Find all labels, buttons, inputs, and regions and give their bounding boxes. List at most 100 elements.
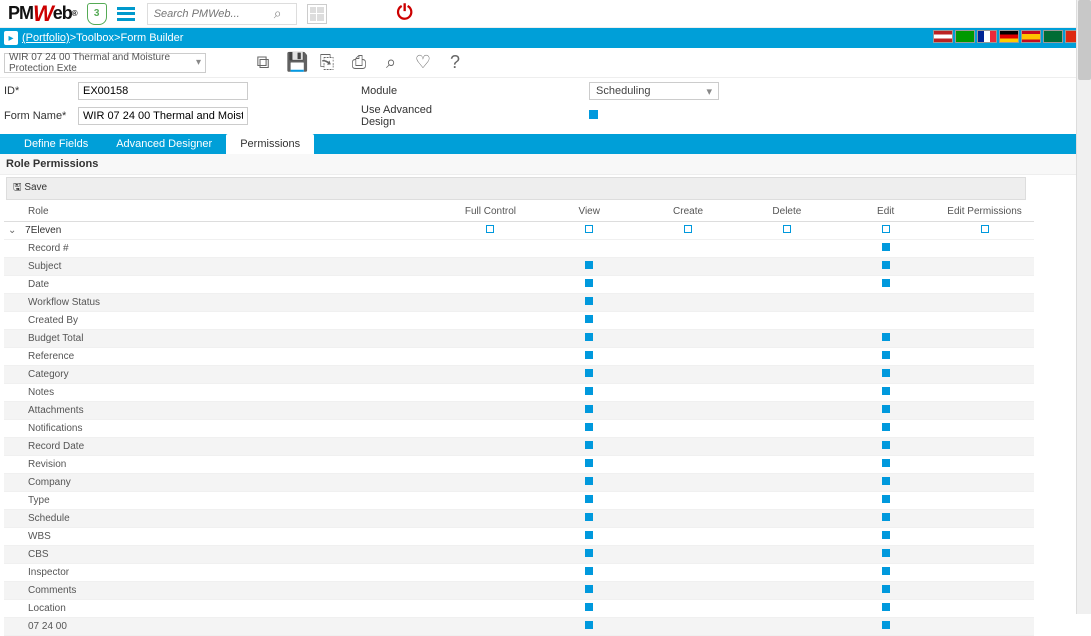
checkbox-filled[interactable] <box>585 333 593 341</box>
col-view: View <box>540 202 639 222</box>
checkbox-edit[interactable] <box>882 225 890 233</box>
checkbox-filled[interactable] <box>882 477 890 485</box>
cell <box>540 528 639 546</box>
checkbox-filled[interactable] <box>585 405 593 413</box>
checkbox-filled[interactable] <box>882 423 890 431</box>
checkbox-filled[interactable] <box>585 423 593 431</box>
cell <box>540 600 639 618</box>
scrollbar-thumb[interactable] <box>1078 0 1091 80</box>
clipboard-icon[interactable]: ⎘ <box>318 52 336 73</box>
flag-sa[interactable] <box>1043 30 1063 43</box>
checkbox-filled[interactable] <box>585 459 593 467</box>
checkbox-filled[interactable] <box>585 549 593 557</box>
cell <box>935 618 1034 636</box>
flag-us[interactable] <box>933 30 953 43</box>
checkbox-filled[interactable] <box>882 531 890 539</box>
checkbox-filled[interactable] <box>882 459 890 467</box>
checkbox-filled[interactable] <box>585 531 593 539</box>
checkbox-filled[interactable] <box>882 585 890 593</box>
checkbox-filled[interactable] <box>585 261 593 269</box>
tab-advanced-designer[interactable]: Advanced Designer <box>102 134 226 154</box>
breadcrumb-portfolio[interactable]: (Portfolio) <box>22 32 70 44</box>
record-dropdown[interactable]: WIR 07 24 00 Thermal and Moisture Protec… <box>4 53 206 73</box>
flag-es[interactable] <box>1021 30 1041 43</box>
checkbox-filled[interactable] <box>585 351 593 359</box>
table-row: Attachments <box>4 402 1034 420</box>
save-icon[interactable]: 💾 <box>286 52 304 73</box>
checkbox-create[interactable] <box>684 225 692 233</box>
cell <box>441 258 540 276</box>
checkbox-filled[interactable] <box>882 603 890 611</box>
save-button[interactable]: 🖫 Save <box>13 182 47 193</box>
search-icon[interactable]: ⌕ <box>274 5 282 22</box>
cell <box>639 618 738 636</box>
cell <box>935 348 1034 366</box>
checkbox-filled[interactable] <box>585 477 593 485</box>
checkbox-editperm[interactable] <box>981 225 989 233</box>
flag-br[interactable] <box>955 30 975 43</box>
checkbox-filled[interactable] <box>882 279 890 287</box>
collapse-icon[interactable]: ⌄ <box>8 225 16 236</box>
table-row: CBS <box>4 546 1034 564</box>
shield-badge[interactable]: 3 <box>87 3 107 25</box>
tab-define-fields[interactable]: Define Fields <box>10 134 102 154</box>
checkbox-filled[interactable] <box>585 297 593 305</box>
checkbox-filled[interactable] <box>882 549 890 557</box>
checkbox-filled[interactable] <box>882 441 890 449</box>
checkbox-filled[interactable] <box>882 333 890 341</box>
checkbox-filled[interactable] <box>585 585 593 593</box>
checkbox-filled[interactable] <box>882 243 890 251</box>
checkbox-filled[interactable] <box>585 387 593 395</box>
flag-de[interactable] <box>999 30 1019 43</box>
checkbox-delete[interactable] <box>783 225 791 233</box>
checkbox-filled[interactable] <box>882 261 890 269</box>
search-box[interactable]: ⌕ <box>147 3 297 25</box>
checkbox-filled[interactable] <box>882 567 890 575</box>
module-dropdown[interactable]: Scheduling ▾ <box>589 82 719 100</box>
checkbox-filled[interactable] <box>882 621 890 629</box>
zoom-icon[interactable]: ⌕ <box>382 52 400 73</box>
checkbox-filled[interactable] <box>585 621 593 629</box>
vertical-scrollbar[interactable] <box>1076 0 1091 614</box>
bulb-icon[interactable]: ♡ <box>414 52 432 73</box>
cell <box>737 492 836 510</box>
chevron-down-icon: ▾ <box>196 57 201 68</box>
flag-fr[interactable] <box>977 30 997 43</box>
add-icon[interactable]: ⧉ <box>254 52 272 73</box>
checkbox-filled[interactable] <box>585 441 593 449</box>
help-icon[interactable]: ? <box>446 52 464 73</box>
checkbox-filled[interactable] <box>882 495 890 503</box>
table-row: Record # <box>4 240 1034 258</box>
cell <box>441 402 540 420</box>
checkbox-filled[interactable] <box>882 351 890 359</box>
checkbox-filled[interactable] <box>585 603 593 611</box>
table-row: Comments <box>4 582 1034 600</box>
checkbox-filled[interactable] <box>882 513 890 521</box>
form-name-field[interactable] <box>78 107 248 125</box>
checkbox-full[interactable] <box>486 225 494 233</box>
adv-design-checkbox[interactable] <box>589 110 598 119</box>
checkbox-filled[interactable] <box>585 279 593 287</box>
cell <box>737 240 836 258</box>
checkbox-filled[interactable] <box>585 495 593 503</box>
checkbox-filled[interactable] <box>585 315 593 323</box>
row-label: Record # <box>4 240 441 258</box>
checkbox-filled[interactable] <box>585 513 593 521</box>
apps-icon[interactable] <box>307 4 327 24</box>
hamburger-icon[interactable] <box>117 7 135 21</box>
breadcrumb-toggle-icon[interactable]: ▸ <box>4 31 18 45</box>
checkbox-view[interactable] <box>585 225 593 233</box>
tab-permissions[interactable]: Permissions <box>226 134 314 154</box>
search-input[interactable] <box>154 8 274 20</box>
breadcrumb-toolbox[interactable]: Toolbox <box>76 32 114 44</box>
id-field[interactable] <box>78 82 248 100</box>
table-row: Budget Total <box>4 330 1034 348</box>
checkbox-filled[interactable] <box>585 369 593 377</box>
checkbox-filled[interactable] <box>882 387 890 395</box>
cell <box>737 438 836 456</box>
checkbox-filled[interactable] <box>882 405 890 413</box>
print-icon[interactable]: ⎙ <box>350 52 368 73</box>
power-icon[interactable]: ⏻ <box>397 2 413 25</box>
checkbox-filled[interactable] <box>882 369 890 377</box>
checkbox-filled[interactable] <box>585 567 593 575</box>
